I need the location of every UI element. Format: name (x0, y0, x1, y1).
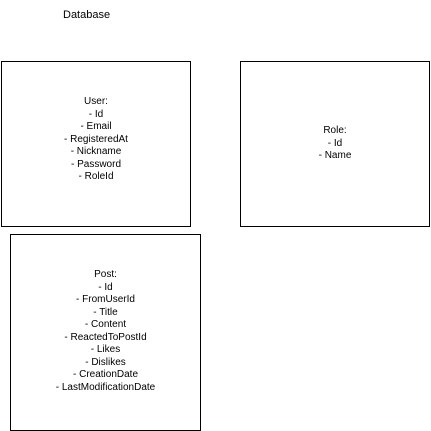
user-entity-box[interactable]: User: - Id - Email - RegisteredAt - Nick… (1, 61, 191, 227)
user-field-email: - Email (80, 121, 112, 132)
user-field-roleid: - RoleId (78, 171, 114, 182)
user-field-id: - Id (88, 108, 104, 120)
user-field-registeredat: - RegisteredAt (64, 133, 128, 145)
role-entity-name: Role: (323, 125, 347, 136)
post-field-content: - Content (84, 319, 127, 330)
role-field-id: - Id (327, 137, 343, 149)
role-entity-content: Role: - Id - Name (241, 125, 429, 163)
post-field-likes: - Likes (90, 344, 121, 355)
post-field-lastmodificationdate: - LastModificationDate (55, 381, 156, 393)
role-field-name: - Name (318, 150, 352, 161)
user-field-password: - Password (70, 158, 121, 170)
post-field-id: - Id (98, 281, 113, 293)
post-entity-content: Post: - Id - FromUserId - Title - Conten… (11, 269, 200, 394)
user-entity-name: User: (84, 96, 108, 107)
post-field-reactedtopostid: - ReactedToPostId (64, 331, 147, 343)
user-field-nickname: - Nickname (70, 146, 122, 157)
role-entity-box[interactable]: Role: - Id - Name (240, 61, 430, 227)
post-entity-name: Post: (94, 269, 117, 280)
post-field-dislikes: - Dislikes (85, 356, 126, 368)
post-field-title: - Title (93, 306, 118, 318)
post-field-creationdate: - CreationDate (72, 369, 139, 380)
post-field-fromuserid: - FromUserId (76, 294, 135, 305)
user-entity-content: User: - Id - Email - RegisteredAt - Nick… (2, 96, 190, 184)
post-entity-box[interactable]: Post: - Id - FromUserId - Title - Conten… (10, 234, 201, 431)
diagram-title: Database (63, 9, 111, 21)
